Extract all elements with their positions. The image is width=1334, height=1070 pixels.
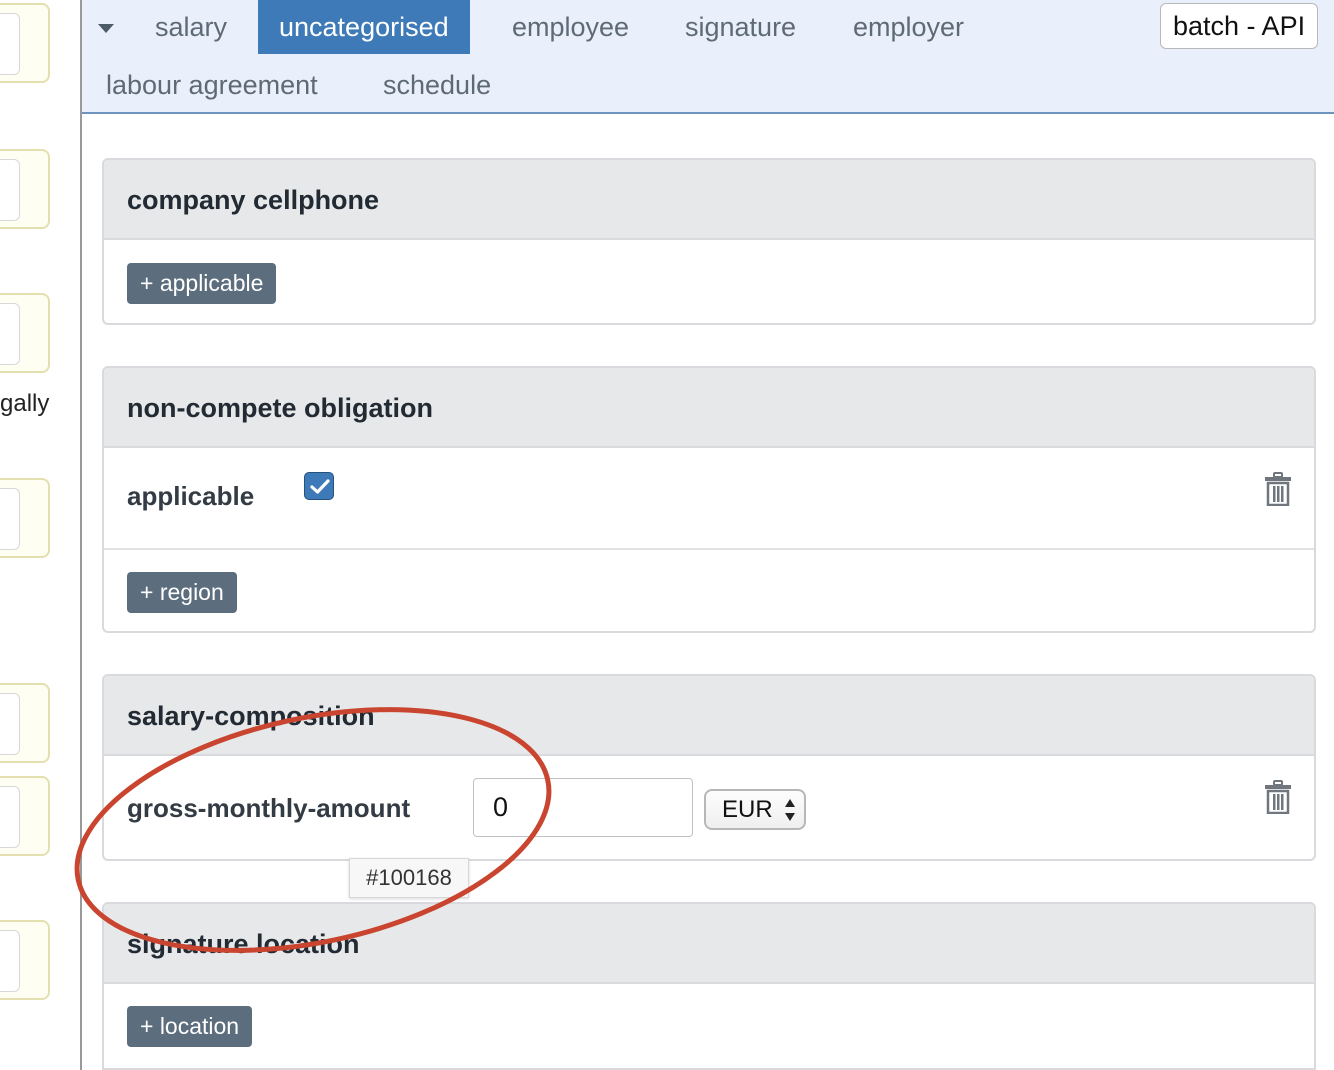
batch-api-button[interactable]: batch - API bbox=[1160, 3, 1319, 49]
card-salary-composition: salary-composition gross-monthly-amount … bbox=[102, 674, 1316, 861]
side-field[interactable] bbox=[0, 683, 50, 763]
field-id-tooltip: #100168 bbox=[349, 858, 469, 898]
side-field[interactable] bbox=[0, 149, 50, 229]
tab-uncategorised[interactable]: uncategorised bbox=[258, 0, 470, 54]
trash-icon[interactable] bbox=[1264, 780, 1292, 814]
card-signature-location: signature location + location bbox=[102, 902, 1316, 1070]
tab-bar: salary uncategorised employee signature … bbox=[82, 0, 1334, 114]
tab-salary[interactable]: salary bbox=[134, 0, 248, 54]
add-location-button[interactable]: + location bbox=[127, 1006, 253, 1047]
side-field[interactable] bbox=[0, 920, 50, 1000]
applicable-checkbox[interactable] bbox=[304, 472, 334, 500]
applicable-label: applicable bbox=[127, 481, 255, 511]
add-region-button[interactable]: + region bbox=[127, 572, 237, 613]
gross-monthly-amount-input[interactable]: 0 bbox=[473, 778, 693, 837]
card-title: company cellphone bbox=[104, 160, 1314, 240]
check-icon bbox=[310, 479, 330, 494]
side-field[interactable] bbox=[0, 293, 50, 373]
currency-select[interactable]: EUR bbox=[704, 789, 806, 830]
add-applicable-button[interactable]: + applicable bbox=[127, 263, 277, 304]
card-body: + applicable bbox=[104, 240, 1314, 323]
gross-monthly-amount-row: gross-monthly-amount 0 EUR bbox=[104, 756, 1314, 859]
trash-icon[interactable] bbox=[1264, 472, 1292, 506]
card-body: + location bbox=[104, 984, 1314, 1068]
tab-employee[interactable]: employee bbox=[491, 0, 650, 54]
card-title: signature location bbox=[104, 904, 1314, 984]
card-title: salary-composition bbox=[104, 676, 1314, 756]
gross-monthly-amount-label: gross-monthly-amount bbox=[127, 793, 411, 823]
side-field[interactable] bbox=[0, 478, 50, 558]
tab-signature[interactable]: signature bbox=[664, 0, 817, 54]
tab-employer[interactable]: employer bbox=[832, 0, 985, 54]
applicable-row: applicable bbox=[104, 448, 1314, 548]
card-non-compete: non-compete obligation applicable + regi… bbox=[102, 366, 1316, 633]
side-field[interactable] bbox=[0, 776, 50, 856]
region-row: + region bbox=[104, 548, 1314, 631]
tab-schedule[interactable]: schedule bbox=[362, 58, 512, 112]
currency-value: EUR bbox=[722, 796, 773, 823]
left-panel: gally bbox=[0, 0, 82, 1070]
tab-labour-agreement[interactable]: labour agreement bbox=[85, 58, 339, 112]
caret-down-icon[interactable] bbox=[98, 24, 114, 33]
card-company-cellphone: company cellphone + applicable bbox=[102, 158, 1316, 325]
card-title: non-compete obligation bbox=[104, 368, 1314, 448]
select-arrows-icon bbox=[785, 799, 795, 821]
side-partial-text: gally bbox=[0, 390, 50, 417]
side-field[interactable] bbox=[0, 3, 50, 83]
